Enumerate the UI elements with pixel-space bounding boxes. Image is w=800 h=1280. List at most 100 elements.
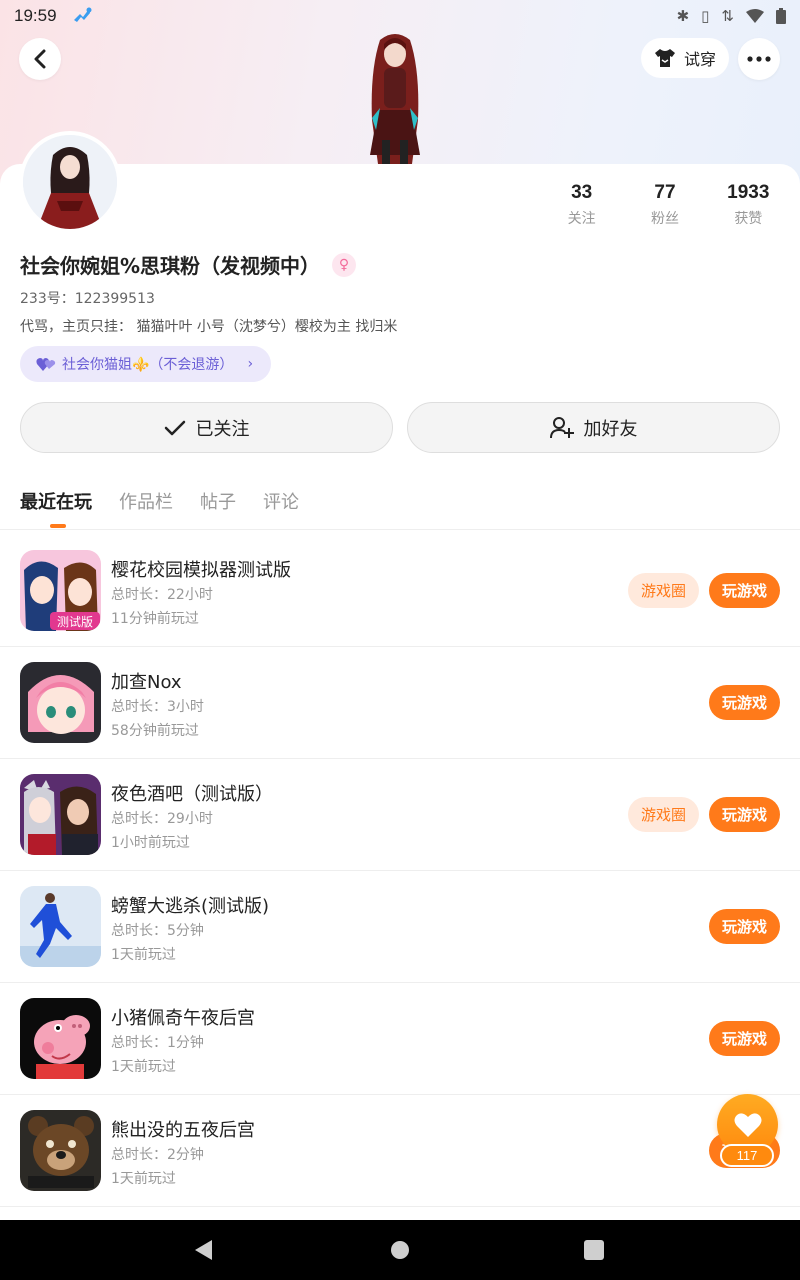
more-options-button[interactable] (738, 38, 780, 80)
name-row: 社会你婉姐%思琪粉（发视频中） ♀ (20, 250, 357, 279)
like-count: 117 (720, 1144, 774, 1167)
tab-posts[interactable]: 帖子 (200, 488, 236, 514)
game-circle-button[interactable]: 游戏圈 (628, 797, 699, 832)
crab-escape-art (20, 886, 101, 967)
game-title: 加查Nox (111, 672, 182, 693)
check-icon (164, 420, 185, 435)
wifi-icon (746, 9, 764, 23)
night-bar-icon[interactable] (20, 774, 101, 855)
play-game-button[interactable]: 玩游戏 (709, 573, 780, 608)
game-row[interactable]: 小猪佩奇午夜后宫 总时长：1分钟 1天前玩过 玩游戏 (0, 983, 800, 1095)
nav-recents-icon[interactable] (582, 1238, 606, 1262)
play-game-button[interactable]: 玩游戏 (709, 1021, 780, 1056)
add-friend-icon (549, 416, 574, 438)
svg-text:测试版: 测试版 (57, 614, 93, 629)
hearts-icon (36, 358, 56, 371)
stat-number: 77 (654, 182, 676, 203)
status-time: 19:59 (14, 6, 57, 25)
game-title: 夜色酒吧（测试版） (111, 784, 273, 805)
nav-home-icon[interactable] (388, 1238, 412, 1262)
game-row[interactable]: 测试版 樱花校园模拟器测试版 总时长：22小时 11分钟前玩过 游戏圈 玩游戏 (0, 535, 800, 647)
nav-back-icon[interactable] (192, 1238, 216, 1262)
game-last-played: 58分钟前玩过 (111, 723, 199, 739)
game-last-played: 1小时前玩过 (111, 835, 190, 851)
try-on-button[interactable]: 试穿 (641, 38, 729, 78)
avatar-image (23, 135, 117, 229)
tab-works[interactable]: 作品栏 (119, 488, 173, 514)
sakura-school-icon[interactable]: 测试版 (20, 550, 101, 631)
followed-button[interactable]: 已关注 (20, 402, 393, 453)
gacha-nox-art (20, 662, 101, 743)
back-button[interactable] (19, 38, 61, 80)
stat-number: 1933 (727, 182, 770, 203)
night-bar-art (20, 774, 101, 855)
game-row[interactable]: 加查Nox 总时长：3小时 58分钟前玩过 玩游戏 (0, 647, 800, 759)
guild-badge[interactable]: 社会你猫姐⚜️（不会退游） › (20, 346, 272, 382)
app-notification-icon (73, 7, 92, 22)
followed-label: 已关注 (195, 418, 250, 440)
crab-escape-icon[interactable] (20, 886, 101, 967)
profile-tabs: 最近在玩 作品栏 帖子 评论 (20, 488, 299, 528)
game-duration: 总时长：5分钟 (111, 923, 204, 939)
game-circle-button[interactable]: 游戏圈 (628, 573, 699, 608)
game-duration: 总时长：3小时 (111, 699, 204, 715)
vibrate-icon: ▯ (701, 7, 710, 25)
chevron-left-icon (34, 49, 46, 69)
more-dots-icon (747, 56, 771, 62)
recent-games-list: 测试版 樱花校园模拟器测试版 总时长：22小时 11分钟前玩过 游戏圈 玩游戏 … (0, 535, 800, 1207)
tab-recently-played[interactable]: 最近在玩 (20, 488, 92, 528)
user-id: 233号：122399513 (20, 291, 155, 307)
data-icon: ⇅ (721, 7, 734, 25)
try-on-label: 试穿 (683, 50, 716, 69)
peppa-pig-art (20, 998, 101, 1079)
status-bar: 19:59 ✱ ▯ ⇅ (0, 0, 800, 32)
stat-following[interactable]: 33 关注 (540, 182, 623, 228)
battery-icon (776, 8, 786, 24)
game-title: 熊出没的五夜后宫 (111, 1120, 255, 1141)
heart-icon (734, 1112, 761, 1137)
play-game-button[interactable]: 玩游戏 (709, 685, 780, 720)
stat-label: 粉丝 (650, 211, 679, 227)
game-title: 螃蟹大逃杀(测试版) (111, 896, 270, 917)
stat-likes[interactable]: 1933 获赞 (707, 182, 790, 228)
game-row[interactable]: 螃蟹大逃杀(测试版) 总时长：5分钟 1天前玩过 玩游戏 (0, 871, 800, 983)
bear-fnaf-art (20, 1110, 101, 1191)
user-bio: 代骂，主页只挂： 猫猫叶叶 小号（沈梦兮）樱校为主 找归米 (20, 319, 398, 335)
game-last-played: 1天前玩过 (111, 947, 176, 963)
bluetooth-icon: ✱ (676, 7, 690, 25)
dressup-character-image (370, 34, 420, 164)
game-last-played: 11分钟前玩过 (111, 611, 199, 627)
tshirt-icon (654, 49, 675, 67)
stat-number: 33 (571, 182, 593, 203)
bear-fnaf-icon[interactable] (20, 1110, 101, 1191)
stat-label: 获赞 (734, 211, 763, 227)
tabs-divider (0, 529, 800, 530)
game-title: 樱花校园模拟器测试版 (111, 560, 291, 581)
guild-name: 社会你猫姐⚜️（不会退游） (62, 357, 234, 373)
peppa-pig-icon[interactable] (20, 998, 101, 1079)
play-game-button[interactable]: 玩游戏 (709, 797, 780, 832)
profile-stats: 33 关注 77 粉丝 1933 获赞 (540, 182, 790, 228)
stat-label: 关注 (567, 211, 596, 227)
gacha-nox-icon[interactable] (20, 662, 101, 743)
game-row[interactable]: 熊出没的五夜后宫 总时长：2分钟 1天前玩过 玩游戏 (0, 1095, 800, 1207)
play-game-button[interactable]: 玩游戏 (709, 909, 780, 944)
game-duration: 总时长：2分钟 (111, 1147, 204, 1163)
chevron-right-icon: › (247, 356, 254, 372)
female-gender-icon: ♀ (332, 252, 357, 277)
game-duration: 总时长：1分钟 (111, 1035, 204, 1051)
user-name: 社会你婉姐%思琪粉（发视频中） (20, 254, 321, 278)
user-avatar[interactable] (19, 131, 121, 233)
add-friend-button[interactable]: 加好友 (407, 402, 780, 453)
game-title: 小猪佩奇午夜后宫 (111, 1008, 255, 1029)
game-duration: 总时长：22小时 (111, 587, 213, 603)
game-last-played: 1天前玩过 (111, 1171, 176, 1187)
tab-comments[interactable]: 评论 (263, 488, 299, 514)
game-row[interactable]: 夜色酒吧（测试版） 总时长：29小时 1小时前玩过 游戏圈 玩游戏 (0, 759, 800, 871)
add-friend-label: 加好友 (583, 418, 638, 440)
status-icons: ✱ ▯ ⇅ (677, 7, 786, 25)
stat-fans[interactable]: 77 粉丝 (623, 182, 706, 228)
sakura-school-art: 测试版 (20, 550, 101, 631)
game-last-played: 1天前玩过 (111, 1059, 176, 1075)
system-nav-bar (0, 1220, 800, 1280)
